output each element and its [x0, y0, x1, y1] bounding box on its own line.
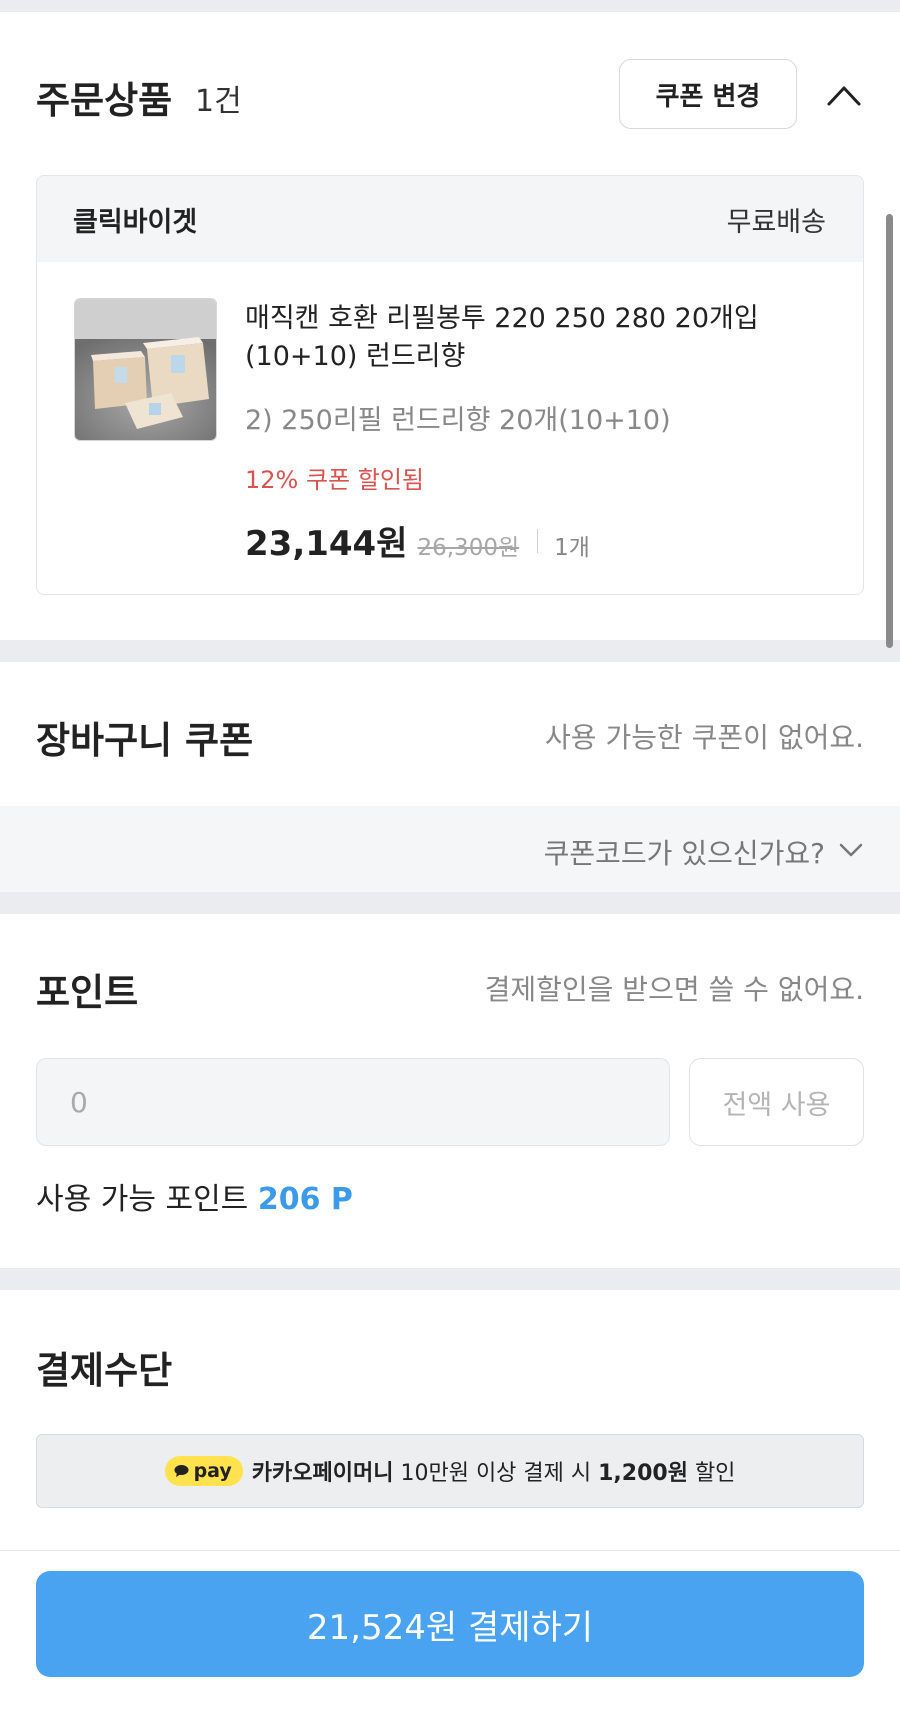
- banner-text: 10만원 이상 결제 시: [393, 1461, 599, 1486]
- seller-header: 클릭바이겟 무료배송: [37, 176, 863, 262]
- change-coupon-button[interactable]: 쿠폰 변경: [619, 59, 797, 129]
- scrollbar[interactable]: [886, 214, 893, 648]
- points-title: 포인트: [36, 971, 139, 1014]
- cart-coupon-title: 장바구니 쿠폰: [36, 719, 254, 762]
- available-points: 사용 가능 포인트 206 P: [36, 1174, 353, 1218]
- section-divider: [0, 892, 900, 914]
- price-row: 23,144원 26,300원 1개: [245, 516, 590, 565]
- divider: [537, 528, 539, 553]
- points-notice: 결제할인을 받으면 쓸 수 없어요.: [484, 973, 864, 1006]
- sale-price: 23,144원: [245, 524, 408, 564]
- payment-method-title: 결제수단: [36, 1349, 173, 1392]
- coupon-applied-text: 12% 쿠폰 할인됨: [245, 466, 425, 494]
- product-option: 2) 250리필 런드리향 20개(10+10): [245, 405, 671, 436]
- use-all-points-button[interactable]: 전액 사용: [689, 1058, 864, 1146]
- available-points-label: 사용 가능 포인트: [36, 1182, 249, 1217]
- coupon-code-toggle[interactable]: 쿠폰코드가 있으신가요?: [0, 806, 900, 892]
- checkout-button[interactable]: 21,524원 결제하기: [36, 1571, 864, 1677]
- available-points-value: 206 P: [257, 1182, 353, 1217]
- coupon-code-prompt: 쿠폰코드가 있으신가요?: [543, 837, 825, 870]
- order-section-title: 주문상품: [36, 79, 173, 122]
- banner-amount: 1,200원: [598, 1461, 688, 1486]
- section-divider: [0, 1268, 900, 1290]
- order-item-card: 클릭바이겟 무료배송 매직캔 호환 리필봉투 220 250 280 20개입 …: [36, 175, 864, 595]
- kakaopay-promo-banner[interactable]: pay 카카오페이머니 10만원 이상 결제 시 1,200원 할인: [36, 1434, 864, 1508]
- shipping-label: 무료배송: [726, 206, 826, 238]
- banner-text-suffix: 할인: [687, 1461, 736, 1486]
- product-name[interactable]: 매직캔 호환 리필봉투 220 250 280 20개입 (10+10) 런드리…: [245, 300, 805, 376]
- product-thumbnail[interactable]: [74, 298, 217, 441]
- checkout-page: 주문상품 1건 쿠폰 변경 클릭바이겟 무료배송 매직캔 호환 리필봉투 220…: [0, 0, 900, 1714]
- kakaopay-badge: pay: [164, 1456, 243, 1486]
- cart-coupon-status: 사용 가능한 쿠폰이 없어요.: [545, 721, 864, 754]
- seller-name: 클릭바이겟: [73, 206, 198, 238]
- product-image: [75, 299, 216, 440]
- original-price: 26,300원: [417, 535, 520, 561]
- section-divider: [0, 0, 900, 12]
- chevron-up-icon[interactable]: [826, 80, 862, 108]
- kakaopay-brand: 카카오페이머니: [251, 1461, 394, 1486]
- points-input[interactable]: 0: [36, 1058, 670, 1146]
- quantity: 1개: [554, 535, 590, 561]
- bottom-bar-divider: [0, 1550, 900, 1551]
- kakaopay-badge-label: pay: [193, 1460, 232, 1482]
- order-count: 1건: [195, 84, 242, 119]
- chevron-down-icon: [839, 843, 863, 857]
- section-divider: [0, 640, 900, 662]
- speech-bubble-icon: [174, 1465, 189, 1477]
